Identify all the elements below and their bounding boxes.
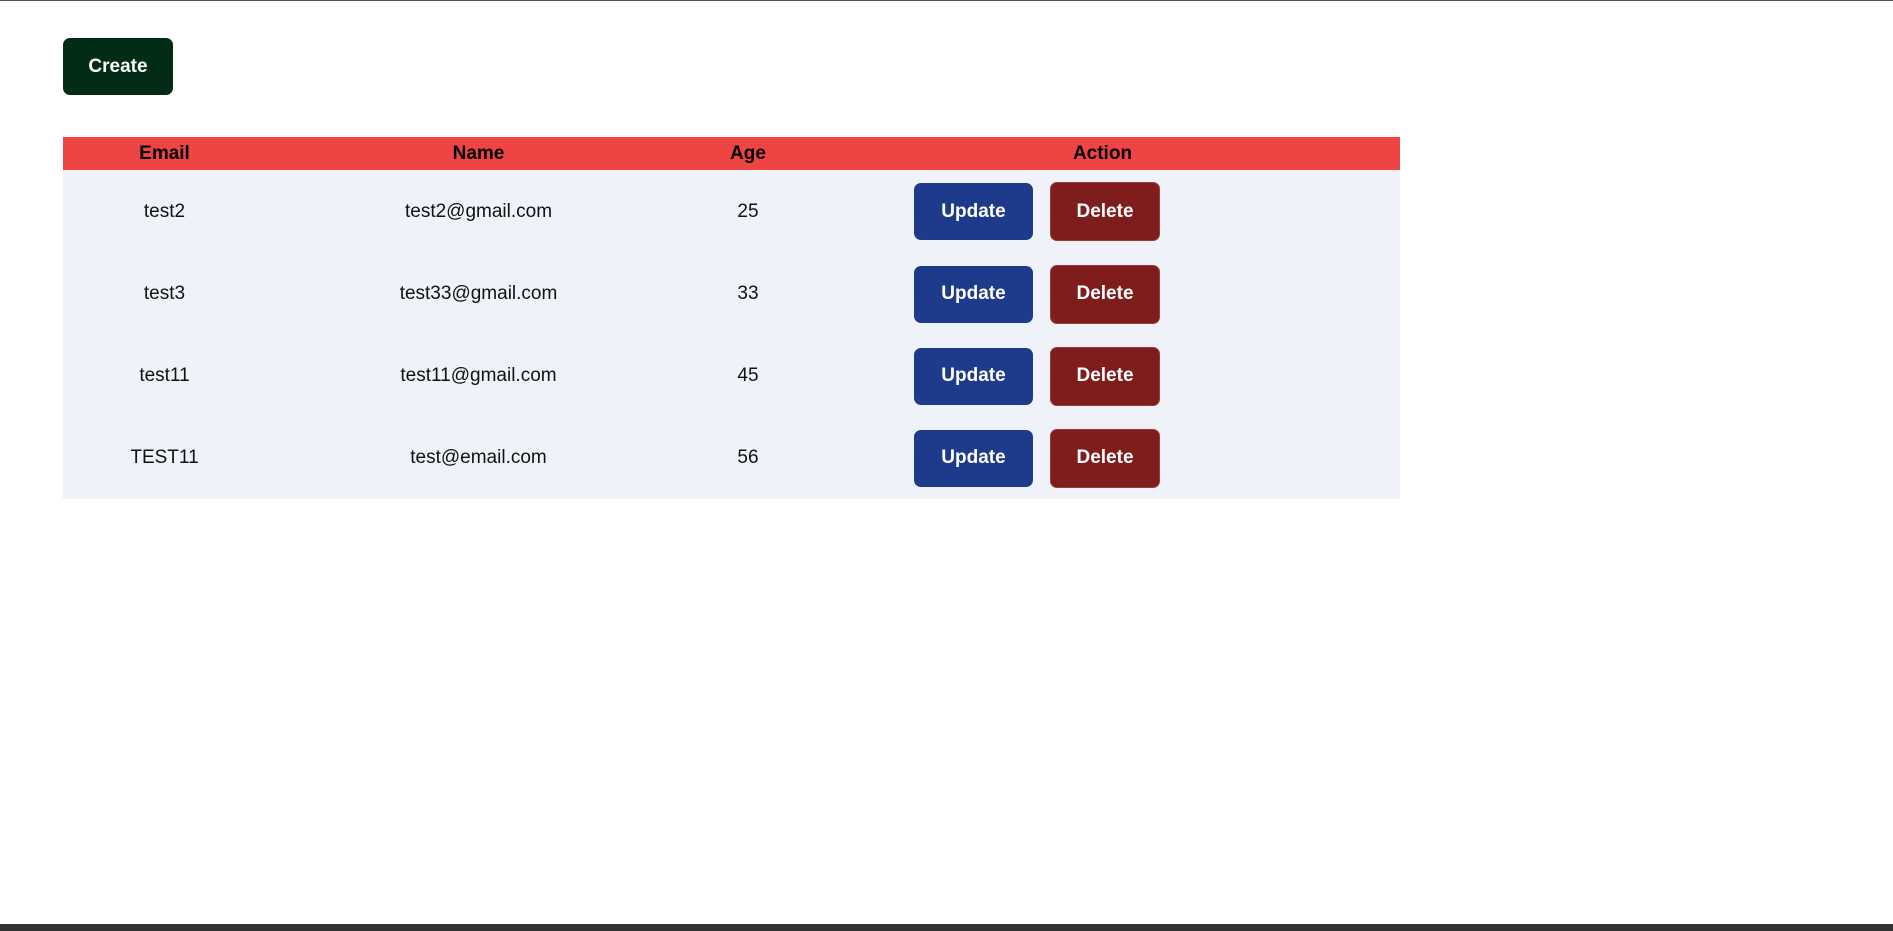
action-buttons: Update Delete <box>914 346 1160 406</box>
cell-name: test11@gmail.com <box>400 365 557 386</box>
cell-email: test11 <box>139 365 190 386</box>
table-row: test2 test2@gmail.com 25 Update Delete <box>63 170 1400 253</box>
cell-email: TEST11 <box>130 447 199 468</box>
delete-button[interactable]: Delete <box>1050 182 1160 241</box>
cell-name: test33@gmail.com <box>399 283 558 304</box>
action-buttons: Update Delete <box>914 428 1160 488</box>
cell-name: test2@gmail.com <box>404 200 553 222</box>
cell-email: test2 <box>143 200 186 222</box>
cell-action: Update Delete <box>805 170 1400 253</box>
cell-action: Update Delete <box>805 335 1400 417</box>
cell-age: 33 <box>737 283 759 304</box>
action-buttons: Update Delete <box>914 264 1160 324</box>
cell-action: Update Delete <box>805 253 1400 335</box>
delete-button[interactable]: Delete <box>1050 264 1160 324</box>
page: Create Email Name Age Action test2 test2… <box>0 0 1893 931</box>
cell-name: test@email.com <box>410 447 547 468</box>
table-header-row: Email Name Age Action <box>63 137 1400 170</box>
table-body: test2 test2@gmail.com 25 Update Delete te… <box>63 170 1400 499</box>
header-action: Action <box>1072 143 1133 164</box>
create-button[interactable]: Create <box>63 38 173 95</box>
bottom-bar <box>0 924 1893 931</box>
cell-age: 25 <box>737 200 759 222</box>
action-buttons: Update Delete <box>914 182 1160 241</box>
update-button[interactable]: Update <box>914 429 1033 487</box>
update-button[interactable]: Update <box>914 347 1033 405</box>
table-row: test3 test33@gmail.com 33 Update Delete <box>63 253 1400 335</box>
delete-button[interactable]: Delete <box>1050 346 1160 406</box>
cell-age: 56 <box>737 447 759 468</box>
users-table: Email Name Age Action test2 test2@gmail.… <box>63 137 1400 499</box>
cell-action: Update Delete <box>805 417 1400 499</box>
header-age: Age <box>730 143 766 164</box>
table-row: TEST11 test@email.com 56 Update Delete <box>63 417 1400 499</box>
header-name: Name <box>452 143 505 164</box>
header-email: Email <box>139 143 190 164</box>
update-button[interactable]: Update <box>914 265 1033 323</box>
cell-age: 45 <box>737 365 759 386</box>
delete-button[interactable]: Delete <box>1050 428 1160 488</box>
table-row: test11 test11@gmail.com 45 Update Delete <box>63 335 1400 417</box>
table-header: Email Name Age Action <box>63 137 1400 170</box>
update-button[interactable]: Update <box>914 183 1033 240</box>
cell-email: test3 <box>143 283 186 304</box>
